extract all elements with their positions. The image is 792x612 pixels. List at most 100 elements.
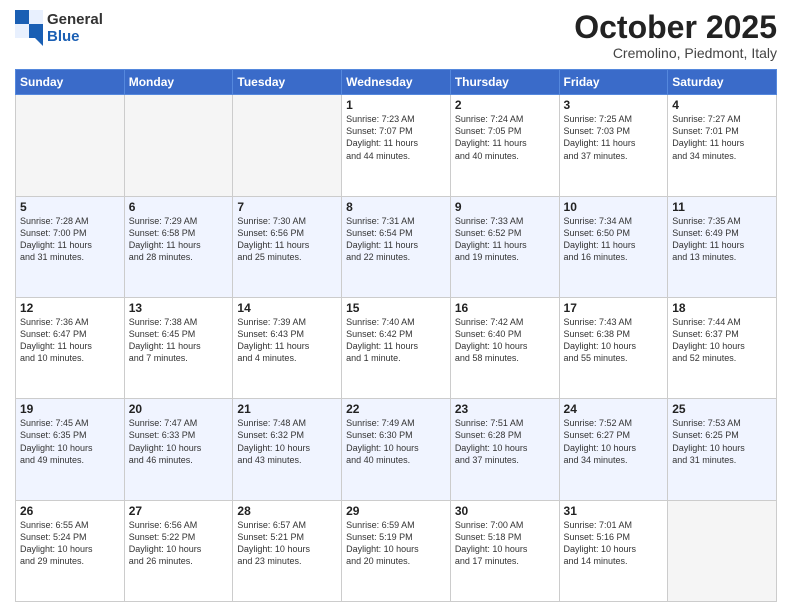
title-block: October 2025 Cremolino, Piedmont, Italy [574,10,777,61]
calendar-cell: 2Sunrise: 7:24 AM Sunset: 7:05 PM Daylig… [450,95,559,196]
calendar-cell: 16Sunrise: 7:42 AM Sunset: 6:40 PM Dayli… [450,297,559,398]
day-info: Sunrise: 7:35 AM Sunset: 6:49 PM Dayligh… [672,215,772,264]
day-number: 24 [564,402,664,416]
calendar-cell [124,95,233,196]
day-header-wednesday: Wednesday [342,70,451,95]
day-info: Sunrise: 7:42 AM Sunset: 6:40 PM Dayligh… [455,316,555,365]
calendar-cell [233,95,342,196]
day-number: 5 [20,200,120,214]
day-info: Sunrise: 7:30 AM Sunset: 6:56 PM Dayligh… [237,215,337,264]
day-info: Sunrise: 7:36 AM Sunset: 6:47 PM Dayligh… [20,316,120,365]
calendar-table: SundayMondayTuesdayWednesdayThursdayFrid… [15,69,777,602]
calendar-week-row: 19Sunrise: 7:45 AM Sunset: 6:35 PM Dayli… [16,399,777,500]
day-info: Sunrise: 7:01 AM Sunset: 5:16 PM Dayligh… [564,519,664,568]
day-info: Sunrise: 7:51 AM Sunset: 6:28 PM Dayligh… [455,417,555,466]
calendar-cell [16,95,125,196]
header: General Blue October 2025 Cremolino, Pie… [15,10,777,61]
day-info: Sunrise: 7:25 AM Sunset: 7:03 PM Dayligh… [564,113,664,162]
day-number: 20 [129,402,229,416]
day-info: Sunrise: 6:56 AM Sunset: 5:22 PM Dayligh… [129,519,229,568]
calendar-cell: 10Sunrise: 7:34 AM Sunset: 6:50 PM Dayli… [559,196,668,297]
day-number: 23 [455,402,555,416]
day-info: Sunrise: 7:48 AM Sunset: 6:32 PM Dayligh… [237,417,337,466]
day-info: Sunrise: 7:47 AM Sunset: 6:33 PM Dayligh… [129,417,229,466]
day-number: 30 [455,504,555,518]
day-header-thursday: Thursday [450,70,559,95]
calendar-cell: 3Sunrise: 7:25 AM Sunset: 7:03 PM Daylig… [559,95,668,196]
calendar-cell: 23Sunrise: 7:51 AM Sunset: 6:28 PM Dayli… [450,399,559,500]
logo-icon [15,10,43,46]
calendar-cell: 31Sunrise: 7:01 AM Sunset: 5:16 PM Dayli… [559,500,668,601]
logo: General Blue [15,10,103,46]
day-number: 25 [672,402,772,416]
day-info: Sunrise: 7:29 AM Sunset: 6:58 PM Dayligh… [129,215,229,264]
day-info: Sunrise: 7:38 AM Sunset: 6:45 PM Dayligh… [129,316,229,365]
day-info: Sunrise: 7:28 AM Sunset: 7:00 PM Dayligh… [20,215,120,264]
day-info: Sunrise: 7:40 AM Sunset: 6:42 PM Dayligh… [346,316,446,365]
day-info: Sunrise: 7:49 AM Sunset: 6:30 PM Dayligh… [346,417,446,466]
calendar-cell: 30Sunrise: 7:00 AM Sunset: 5:18 PM Dayli… [450,500,559,601]
calendar-header-row: SundayMondayTuesdayWednesdayThursdayFrid… [16,70,777,95]
day-info: Sunrise: 7:27 AM Sunset: 7:01 PM Dayligh… [672,113,772,162]
calendar-cell: 24Sunrise: 7:52 AM Sunset: 6:27 PM Dayli… [559,399,668,500]
day-number: 22 [346,402,446,416]
day-header-tuesday: Tuesday [233,70,342,95]
day-header-monday: Monday [124,70,233,95]
day-number: 18 [672,301,772,315]
calendar-cell: 21Sunrise: 7:48 AM Sunset: 6:32 PM Dayli… [233,399,342,500]
day-info: Sunrise: 7:45 AM Sunset: 6:35 PM Dayligh… [20,417,120,466]
calendar-cell: 15Sunrise: 7:40 AM Sunset: 6:42 PM Dayli… [342,297,451,398]
calendar-cell: 22Sunrise: 7:49 AM Sunset: 6:30 PM Dayli… [342,399,451,500]
day-info: Sunrise: 7:33 AM Sunset: 6:52 PM Dayligh… [455,215,555,264]
calendar-cell: 26Sunrise: 6:55 AM Sunset: 5:24 PM Dayli… [16,500,125,601]
calendar-week-row: 12Sunrise: 7:36 AM Sunset: 6:47 PM Dayli… [16,297,777,398]
day-info: Sunrise: 7:00 AM Sunset: 5:18 PM Dayligh… [455,519,555,568]
day-info: Sunrise: 6:57 AM Sunset: 5:21 PM Dayligh… [237,519,337,568]
day-number: 17 [564,301,664,315]
calendar-week-row: 26Sunrise: 6:55 AM Sunset: 5:24 PM Dayli… [16,500,777,601]
day-info: Sunrise: 7:31 AM Sunset: 6:54 PM Dayligh… [346,215,446,264]
day-info: Sunrise: 7:34 AM Sunset: 6:50 PM Dayligh… [564,215,664,264]
day-number: 2 [455,98,555,112]
calendar-cell: 4Sunrise: 7:27 AM Sunset: 7:01 PM Daylig… [668,95,777,196]
day-number: 7 [237,200,337,214]
day-info: Sunrise: 6:59 AM Sunset: 5:19 PM Dayligh… [346,519,446,568]
calendar-cell: 28Sunrise: 6:57 AM Sunset: 5:21 PM Dayli… [233,500,342,601]
logo-general: General [47,11,103,28]
calendar-cell: 29Sunrise: 6:59 AM Sunset: 5:19 PM Dayli… [342,500,451,601]
day-number: 31 [564,504,664,518]
day-number: 11 [672,200,772,214]
calendar-cell: 13Sunrise: 7:38 AM Sunset: 6:45 PM Dayli… [124,297,233,398]
day-number: 3 [564,98,664,112]
calendar-cell [668,500,777,601]
day-header-saturday: Saturday [668,70,777,95]
page: General Blue October 2025 Cremolino, Pie… [0,0,792,612]
calendar-cell: 25Sunrise: 7:53 AM Sunset: 6:25 PM Dayli… [668,399,777,500]
location-subtitle: Cremolino, Piedmont, Italy [574,45,777,61]
calendar-cell: 20Sunrise: 7:47 AM Sunset: 6:33 PM Dayli… [124,399,233,500]
day-number: 6 [129,200,229,214]
calendar-week-row: 1Sunrise: 7:23 AM Sunset: 7:07 PM Daylig… [16,95,777,196]
day-number: 15 [346,301,446,315]
calendar-cell: 14Sunrise: 7:39 AM Sunset: 6:43 PM Dayli… [233,297,342,398]
day-info: Sunrise: 7:23 AM Sunset: 7:07 PM Dayligh… [346,113,446,162]
calendar-cell: 11Sunrise: 7:35 AM Sunset: 6:49 PM Dayli… [668,196,777,297]
day-number: 26 [20,504,120,518]
calendar-cell: 17Sunrise: 7:43 AM Sunset: 6:38 PM Dayli… [559,297,668,398]
calendar-cell: 27Sunrise: 6:56 AM Sunset: 5:22 PM Dayli… [124,500,233,601]
day-header-friday: Friday [559,70,668,95]
day-number: 27 [129,504,229,518]
day-info: Sunrise: 6:55 AM Sunset: 5:24 PM Dayligh… [20,519,120,568]
day-number: 16 [455,301,555,315]
calendar-cell: 9Sunrise: 7:33 AM Sunset: 6:52 PM Daylig… [450,196,559,297]
logo-blue: Blue [47,28,103,45]
day-number: 8 [346,200,446,214]
month-title: October 2025 [574,10,777,45]
day-info: Sunrise: 7:43 AM Sunset: 6:38 PM Dayligh… [564,316,664,365]
day-number: 9 [455,200,555,214]
day-number: 21 [237,402,337,416]
day-info: Sunrise: 7:52 AM Sunset: 6:27 PM Dayligh… [564,417,664,466]
calendar-cell: 19Sunrise: 7:45 AM Sunset: 6:35 PM Dayli… [16,399,125,500]
day-number: 1 [346,98,446,112]
calendar-cell: 12Sunrise: 7:36 AM Sunset: 6:47 PM Dayli… [16,297,125,398]
